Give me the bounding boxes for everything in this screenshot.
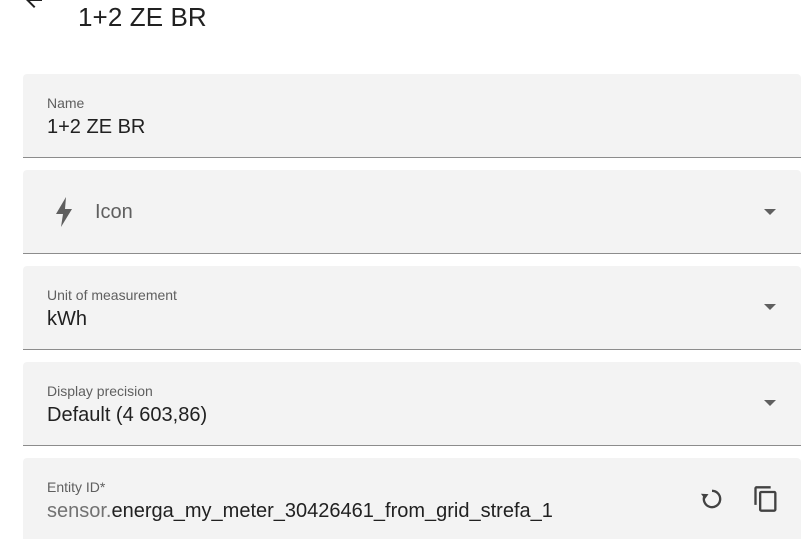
name-field-label: Name <box>47 95 85 111</box>
entity-id-prefix: sensor. <box>47 500 112 522</box>
chevron-down-icon[interactable] <box>764 400 776 406</box>
copy-icon <box>754 486 777 512</box>
unit-select[interactable]: Unit of measurement kWh <box>23 266 801 350</box>
chevron-down-icon[interactable] <box>764 304 776 310</box>
entity-id-text[interactable]: energa_my_meter_30426461_from_grid_stref… <box>111 500 552 522</box>
restore-icon <box>700 489 722 509</box>
page-title: 1+2 ZE BR <box>78 2 207 32</box>
entity-id-value[interactable]: sensor.energa_my_meter_30426461_from_gri… <box>47 499 553 523</box>
entity-id-field[interactable]: Entity ID* sensor.energa_my_meter_304264… <box>23 458 801 539</box>
unit-select-label: Unit of measurement <box>47 287 177 303</box>
arrow-left-icon[interactable] <box>22 0 46 12</box>
unit-select-value: kWh <box>47 308 87 330</box>
icon-picker-placeholder: Icon <box>95 201 133 223</box>
entity-id-label: Entity ID* <box>47 479 106 495</box>
precision-select[interactable]: Display precision Default (4 603,86) <box>23 362 801 446</box>
chevron-down-icon[interactable] <box>764 209 776 215</box>
regenerate-entity-id-button[interactable] <box>697 484 727 514</box>
name-field-value[interactable]: 1+2 ZE BR <box>47 115 145 139</box>
precision-select-value: Default (4 603,86) <box>47 404 208 426</box>
entity-settings-dialog: 1+2 ZE BR Name 1+2 ZE BR Icon Unit of me… <box>0 0 801 539</box>
precision-select-label: Display precision <box>47 383 153 399</box>
lightning-bolt-icon <box>56 197 72 227</box>
icon-picker[interactable]: Icon <box>23 170 801 254</box>
name-field[interactable]: Name 1+2 ZE BR <box>23 74 801 158</box>
copy-entity-id-button[interactable] <box>751 484 781 514</box>
